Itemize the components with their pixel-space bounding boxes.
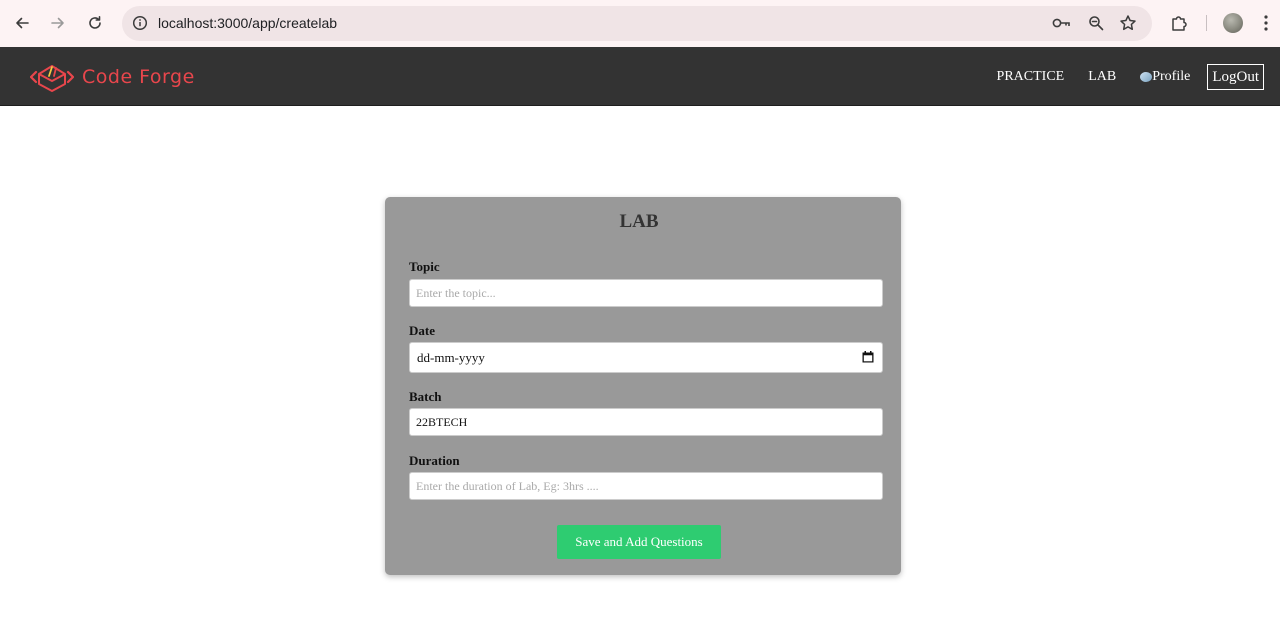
site-info-icon[interactable] (130, 13, 150, 33)
batch-input[interactable] (409, 408, 883, 436)
bookmark-star-icon[interactable] (1118, 13, 1138, 33)
back-arrow-icon (16, 17, 29, 29)
calendar-icon[interactable] (862, 351, 874, 363)
create-lab-card: LAB Topic Date dd-mm-yyyy Batch Duration… (385, 197, 901, 575)
extensions-button[interactable] (1167, 11, 1191, 35)
reload-icon (89, 16, 101, 29)
menu-kebab-icon[interactable] (1264, 14, 1268, 32)
date-value: dd-mm-yyyy (417, 350, 485, 365)
nav-lab-link[interactable]: LAB (1088, 69, 1116, 85)
forward-button[interactable] (46, 11, 70, 35)
date-input[interactable]: dd-mm-yyyy (409, 342, 883, 373)
toolbar-divider (1206, 15, 1207, 31)
forward-arrow-icon (51, 17, 64, 29)
password-key-icon[interactable] (1052, 13, 1072, 33)
logout-button[interactable]: LogOut (1207, 64, 1264, 90)
profile-avatar[interactable] (1223, 13, 1243, 33)
brand-logo[interactable]: Code Forge (30, 61, 195, 93)
url-text: localhost:3000/app/createlab (158, 15, 338, 31)
form-title: LAB (619, 211, 659, 232)
zoom-icon[interactable] (1086, 13, 1106, 33)
save-and-add-questions-button[interactable]: Save and Add Questions (557, 525, 721, 559)
profile-label: Profile (1152, 69, 1191, 84)
puzzle-icon (1172, 16, 1187, 31)
reload-button[interactable] (83, 11, 107, 35)
browser-toolbar: localhost:3000/app/createlab (0, 0, 1280, 47)
nav-links: PRACTICE LAB Profile LogOut (973, 63, 1264, 91)
profile-image-icon (1140, 72, 1153, 82)
code-forge-logo-icon (30, 65, 74, 92)
topic-label: Topic (409, 259, 440, 274)
address-bar[interactable]: localhost:3000/app/createlab (122, 6, 1152, 41)
nav-practice-link[interactable]: PRACTICE (997, 69, 1065, 85)
date-label: Date (409, 323, 435, 338)
back-button[interactable] (10, 11, 34, 35)
nav-profile-link[interactable]: Profile (1140, 69, 1190, 85)
duration-input[interactable] (409, 472, 883, 500)
brand-name: Code Forge (82, 66, 195, 88)
topic-input[interactable] (409, 279, 883, 307)
duration-label: Duration (409, 453, 460, 468)
app-navbar: Code Forge PRACTICE LAB Profile LogOut (0, 47, 1280, 106)
batch-label: Batch (409, 389, 442, 404)
